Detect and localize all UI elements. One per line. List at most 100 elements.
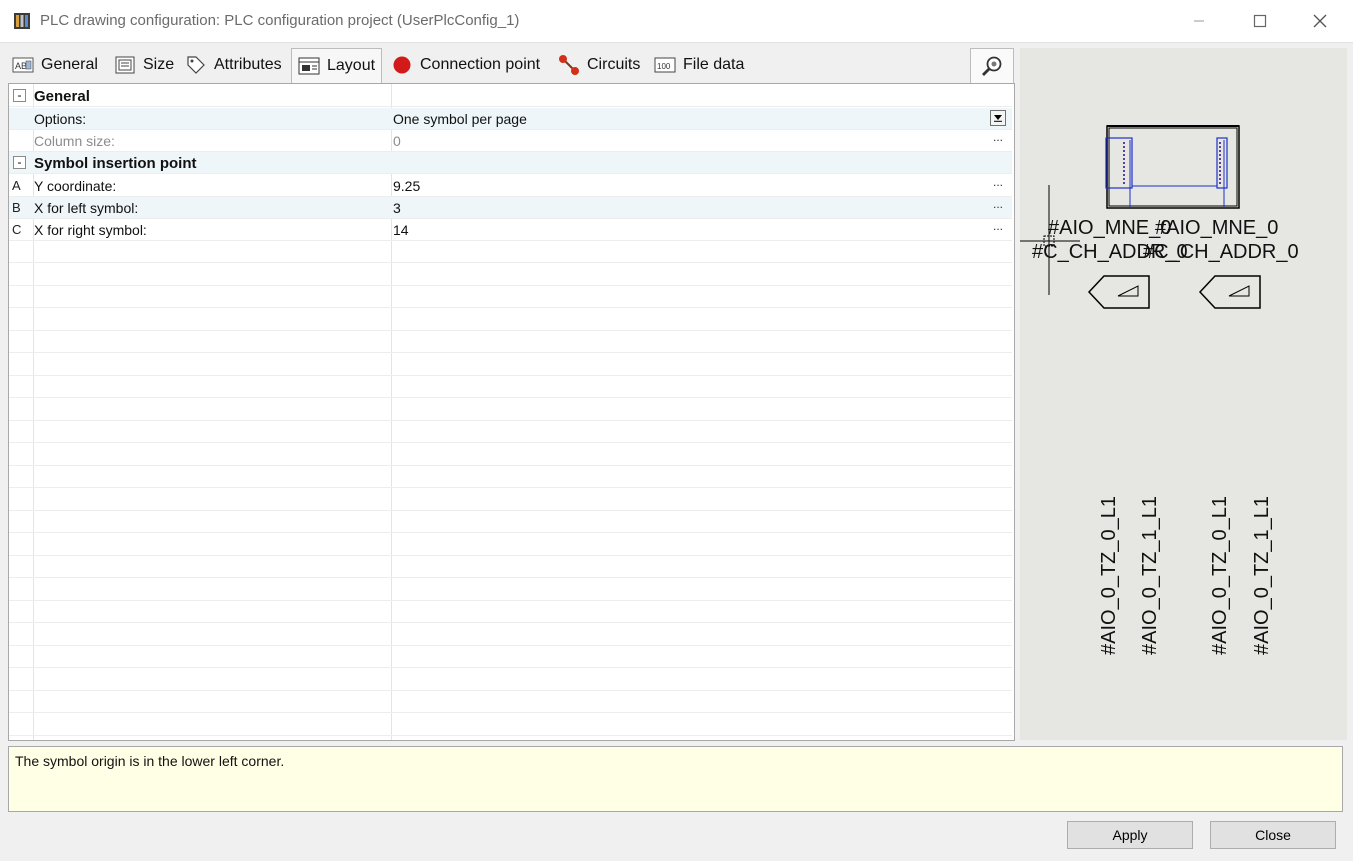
empty-grid-row [9,624,1012,646]
section-title: Symbol insertion point [34,155,197,172]
tab-connection-point[interactable]: Connection point [391,50,540,80]
section-title: General [34,88,90,105]
collapse-toggle[interactable]: - [13,156,26,169]
tab-circuits-label: Circuits [587,56,641,73]
app-icon [14,13,30,29]
empty-grid-row [9,646,1012,668]
vertical-terminal-labels: #AIO_0_TZ_0_L1 #AIO_0_TZ_1_L1 #AIO_0_TZ_… [1098,496,1273,655]
property-row-x-left-symbol[interactable]: B X for left symbol: 3 ... [9,197,1012,219]
title-bar: PLC drawing configuration: PLC configura… [0,0,1353,43]
empty-grid-row [9,399,1012,421]
row-letter: C [12,222,22,237]
empty-grid-row [9,669,1012,691]
empty-grid-row [9,556,1012,578]
size-tab-icon [114,54,136,76]
apply-button[interactable]: Apply [1067,821,1193,849]
minimize-button[interactable] [1176,0,1222,42]
chevron-down-icon [994,115,1002,122]
tab-bar: AB General Size Attributes Layout Connec… [8,48,1018,83]
plc-box-symbol [1105,125,1240,209]
maximize-icon [1253,14,1267,28]
zoom-preview-button[interactable] [970,48,1014,84]
maximize-button[interactable] [1237,0,1283,42]
section-general[interactable]: - General [9,85,1012,107]
row-letter: B [12,200,21,215]
svg-text:100: 100 [657,62,671,71]
empty-grid-row [9,466,1012,488]
ellipsis-button[interactable]: ... [993,197,1003,211]
close-icon [1313,14,1327,28]
y-coordinate-value[interactable]: 9.25 [393,178,420,194]
description-text: The symbol origin is in the lower left c… [15,753,285,769]
empty-grid-row [9,534,1012,556]
empty-grid-row [9,354,1012,376]
property-label: Y coordinate: [34,178,117,194]
empty-grid-row [9,444,1012,466]
tab-file-data-label: File data [683,56,745,73]
property-row-column-size[interactable]: Column size: 0 ... [9,130,1012,152]
tab-attributes-label: Attributes [214,56,282,73]
terminal-label: #AIO_0_TZ_0_L1 [1209,496,1231,655]
options-dropdown-button[interactable] [990,110,1006,126]
mne-label-left: #AIO_MNE_0 [1048,217,1171,239]
empty-grid-row [9,489,1012,511]
address-labels: #AIO_MNE_0 #AIO_MNE_0 #C_CH_ADDR_0 #C_CH… [1032,217,1299,263]
window-close-button[interactable] [1297,0,1343,42]
empty-grid-row [9,691,1012,713]
minimize-icon [1194,20,1204,22]
property-row-options[interactable]: Options: One symbol per page [9,108,1012,130]
tab-file-data[interactable]: 100 File data [654,50,744,80]
empty-grid-row [9,241,1012,263]
x-left-symbol-value[interactable]: 3 [393,200,401,216]
property-row-x-right-symbol[interactable]: C X for right symbol: 14 ... [9,219,1012,241]
tab-connection-point-label: Connection point [420,56,541,73]
empty-grid-row [9,714,1012,736]
options-value[interactable]: One symbol per page [393,111,527,127]
general-tab-icon: AB [12,54,34,76]
tab-size[interactable]: Size [114,50,174,80]
section-symbol-insertion-point[interactable]: - Symbol insertion point [9,152,1012,174]
magnifier-icon [982,56,1002,76]
ellipsis-button[interactable]: ... [993,219,1003,233]
empty-grid-row [9,579,1012,601]
circuits-icon [558,54,580,76]
tab-circuits[interactable]: Circuits [558,50,640,80]
file-data-icon: 100 [654,54,676,76]
layout-tab-icon [298,55,320,77]
ellipsis-button[interactable]: ... [993,175,1003,189]
empty-grid-row [9,264,1012,286]
mne-label-right: #AIO_MNE_0 [1155,217,1278,239]
property-label: X for left symbol: [34,200,139,216]
svg-text:AB: AB [15,61,27,71]
property-label: Column size: [34,133,115,149]
row-letter: A [12,178,21,193]
ellipsis-button[interactable]: ... [993,130,1003,144]
empty-grid-row [9,511,1012,533]
description-panel: The symbol origin is in the lower left c… [8,746,1343,812]
terminal-label: #AIO_0_TZ_1_L1 [1139,496,1161,655]
close-button[interactable]: Close [1210,821,1336,849]
tab-layout[interactable]: Layout [291,48,383,83]
empty-grid-row [9,309,1012,331]
property-label: X for right symbol: [34,222,147,238]
tab-general[interactable]: AB General [12,50,98,80]
tab-general-label: General [41,56,98,73]
tab-size-label: Size [143,56,175,73]
empty-grid-row [9,331,1012,353]
insertion-crosshair [1020,185,1080,295]
preview-canvas: #AIO_MNE_0 #AIO_MNE_0 #C_CH_ADDR_0 #C_CH… [1020,125,1299,655]
x-right-symbol-value[interactable]: 14 [393,222,409,238]
property-row-y-coordinate[interactable]: A Y coordinate: 9.25 ... [9,175,1012,197]
empty-grid-row [9,376,1012,398]
tag-icon [185,54,207,76]
collapse-toggle[interactable]: - [13,89,26,102]
empty-grid-row [9,421,1012,443]
tab-attributes[interactable]: Attributes [185,50,282,80]
window-title: PLC drawing configuration: PLC configura… [40,12,520,29]
property-label: Options: [34,111,87,127]
empty-grid-row [9,286,1012,308]
terminal-label: #AIO_0_TZ_0_L1 [1098,496,1120,655]
tab-layout-label: Layout [327,57,376,74]
red-dot-icon [391,54,413,76]
terminal-label: #AIO_0_TZ_1_L1 [1251,496,1273,655]
